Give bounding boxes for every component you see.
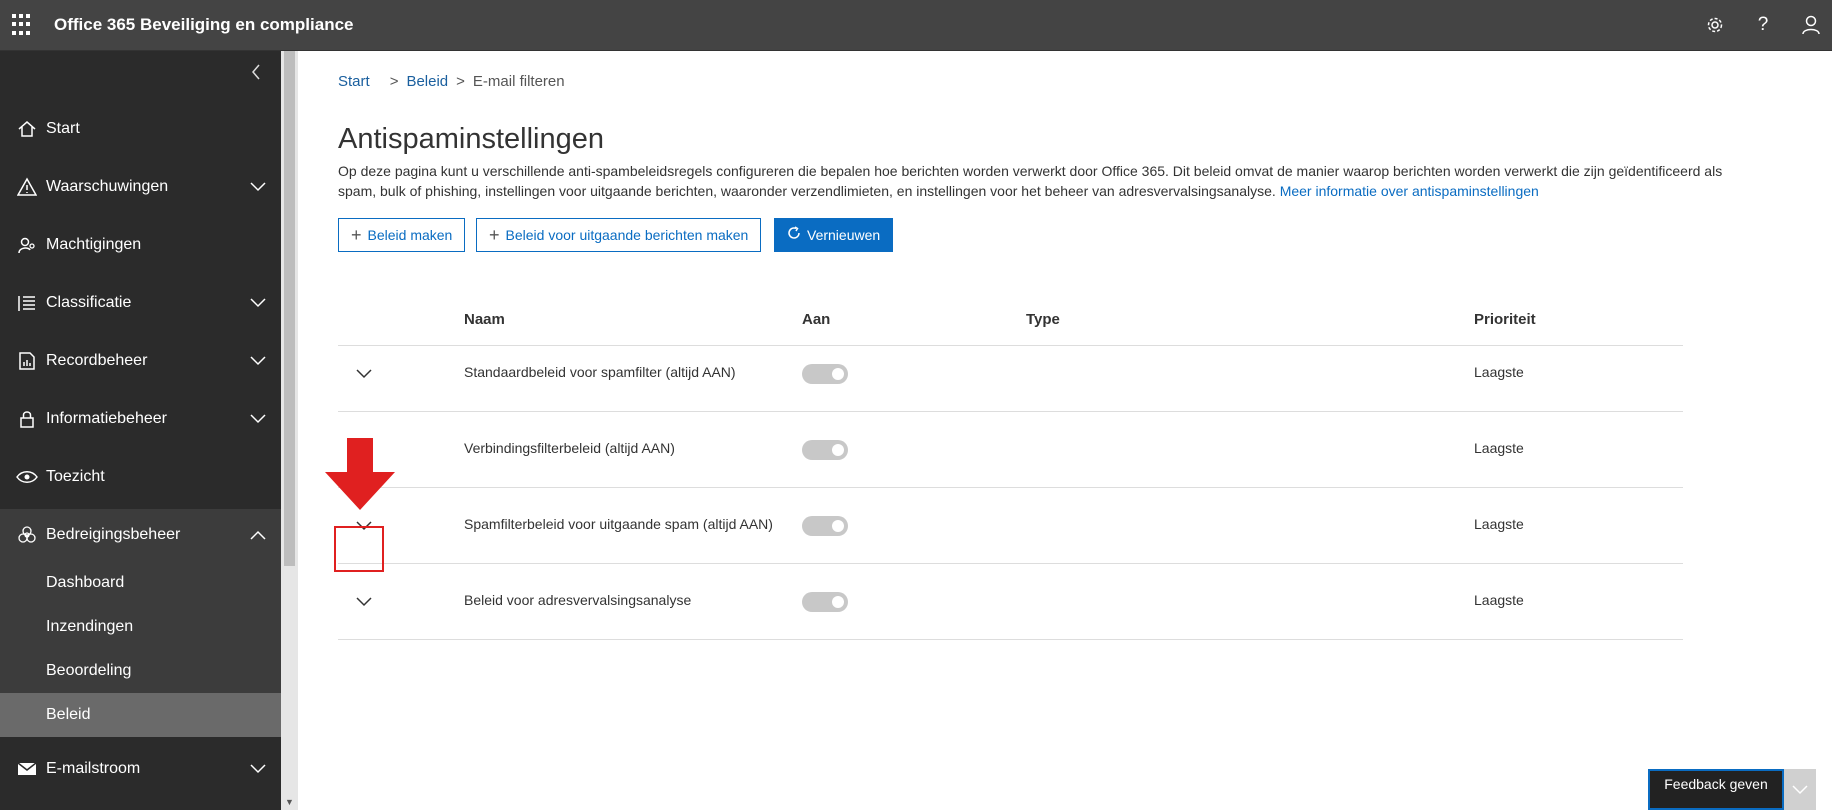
page-title: Antispaminstellingen [338,123,604,155]
policy-priority: Laagste [1474,592,1524,608]
feedback-button[interactable]: Feedback geven [1648,769,1784,810]
breadcrumb-start[interactable]: Start [338,73,370,90]
chevron-up-icon [249,526,267,544]
sidebar-item-e-mailstroom[interactable]: E-mailstroom [0,743,281,795]
chevron-down-icon [249,760,267,778]
table-row[interactable]: Verbindingsfilterbeleid (altijd AAN) Laa… [338,412,1683,488]
column-header-priority[interactable]: Prioriteit [1474,311,1536,328]
refresh-button[interactable]: Vernieuwen [774,218,894,252]
sidebar-subitem-label: Inzendingen [46,618,134,635]
sidebar-subitem-beoordeling[interactable]: Beoordeling [0,649,281,693]
chevron-down-icon [249,410,267,428]
sidebar-item-toezicht[interactable]: Toezicht [0,451,281,503]
sidebar-item-label: Classificatie [46,294,132,311]
feedback-collapse-chevron-icon[interactable] [1784,769,1816,810]
expand-row-chevron-icon[interactable] [352,590,376,614]
sidebar-item-label: Toezicht [46,468,105,485]
policy-priority: Laagste [1474,440,1524,456]
plus-icon: + [351,224,362,245]
policy-priority: Laagste [1474,516,1524,532]
gear-icon[interactable] [1702,12,1728,38]
sidebar-item-informatiebeheer[interactable]: Informatiebeheer [0,393,281,445]
policy-toggle[interactable] [802,364,848,384]
main-content: Start > Beleid > E-mail filteren Antispa… [298,51,1832,810]
records-icon [16,350,38,372]
policy-toggle[interactable] [802,592,848,612]
sidebar-subitem-label: Beleid [46,706,91,723]
column-header-on[interactable]: Aan [802,311,830,328]
column-header-name[interactable]: Naam [464,311,505,328]
breadcrumb-current: E-mail filteren [472,73,565,90]
chevron-down-icon [249,352,267,370]
breadcrumb: Start > Beleid > E-mail filteren [338,73,565,90]
table-row[interactable]: Spamfilterbeleid voor uitgaande spam (al… [338,488,1683,564]
column-header-type[interactable]: Type [1026,311,1060,328]
sidebar-item-start[interactable]: Start [0,103,281,155]
plus-icon: + [489,224,500,245]
list-icon [16,292,38,314]
collapse-sidebar-icon[interactable] [245,61,267,83]
sidebar-item-label: Bedreigingsbeheer [46,526,181,543]
sidebar-scrollbar[interactable]: ▼ [281,51,298,810]
policy-toggle[interactable] [802,516,848,536]
sidebar-item-label: Start [46,120,80,137]
scrollbar-thumb[interactable] [284,51,295,566]
top-bar: Office 365 Beveiliging en compliance ? [0,0,1832,51]
eye-icon [16,466,38,488]
app-title: Office 365 Beveiliging en compliance [54,15,354,34]
sidebar-item-classificatie[interactable]: Classificatie [0,277,281,329]
sidebar-subitem-label: Beoordeling [46,662,132,679]
mail-icon [16,758,38,780]
sidebar: Start Waarschuwingen Machtigingen Classi… [0,51,281,810]
sidebar-item-machtigingen[interactable]: Machtigingen [0,219,281,271]
policy-toggle[interactable] [802,440,848,460]
more-info-link[interactable]: Meer informatie over antispaminstellinge… [1280,183,1539,199]
policy-name: Beleid voor adresvervalsingsanalyse [464,592,692,608]
sidebar-subitem-label: Dashboard [46,574,125,591]
breadcrumb-separator: > [456,73,465,90]
table-row[interactable]: Beleid voor adresvervalsingsanalyse Laag… [338,564,1683,640]
scroll-down-icon[interactable]: ▼ [284,797,295,807]
policy-name: Verbindingsfilterbeleid (altijd AAN) [464,440,675,456]
breadcrumb-beleid[interactable]: Beleid [406,73,448,90]
sidebar-subitem-inzendingen[interactable]: Inzendingen [0,605,281,649]
create-outbound-policy-label: Beleid voor uitgaande berichten maken [505,227,749,243]
policy-name: Standaardbeleid voor spamfilter (altijd … [464,364,736,380]
policy-name: Spamfilterbeleid voor uitgaande spam (al… [464,516,773,532]
create-policy-button[interactable]: + Beleid maken [338,218,466,252]
sidebar-item-bedreigingsbeheer[interactable]: Bedreigingsbeheer [0,509,281,561]
create-outbound-policy-button[interactable]: + Beleid voor uitgaande berichten maken [476,218,762,252]
sidebar-item-waarschuwingen[interactable]: Waarschuwingen [0,161,281,213]
sidebar-subitem-dashboard[interactable]: Dashboard [0,561,281,605]
app-launcher-icon[interactable] [12,14,34,36]
breadcrumb-separator: > [389,73,399,90]
help-icon[interactable]: ? [1750,12,1776,38]
sidebar-item-label: Waarschuwingen [46,178,169,195]
biohazard-icon [16,524,38,546]
create-policy-label: Beleid maken [367,227,453,243]
user-icon[interactable] [1798,12,1824,38]
sidebar-item-recordbeheer[interactable]: Recordbeheer [0,335,281,387]
annotation-arrow-icon [325,438,395,515]
chevron-down-icon [249,294,267,312]
permissions-icon [16,234,38,256]
expand-row-chevron-icon[interactable] [352,362,376,386]
page-description: Op deze pagina kunt u verschillende anti… [338,161,1728,201]
policy-priority: Laagste [1474,364,1524,380]
sidebar-item-label: Machtigingen [46,236,142,253]
warning-icon [16,176,38,198]
home-icon [16,118,38,140]
refresh-label: Vernieuwen [807,227,881,243]
sidebar-item-label: Recordbeheer [46,352,148,369]
chevron-down-icon [249,178,267,196]
lock-icon [16,408,38,430]
table-row[interactable]: Standaardbeleid voor spamfilter (altijd … [338,336,1683,412]
sidebar-subitem-beleid[interactable]: Beleid [0,693,281,737]
annotation-highlight-box [334,526,384,572]
sidebar-item-label: Informatiebeheer [46,410,167,427]
refresh-icon [787,226,801,244]
sidebar-item-label: E-mailstroom [46,760,141,777]
